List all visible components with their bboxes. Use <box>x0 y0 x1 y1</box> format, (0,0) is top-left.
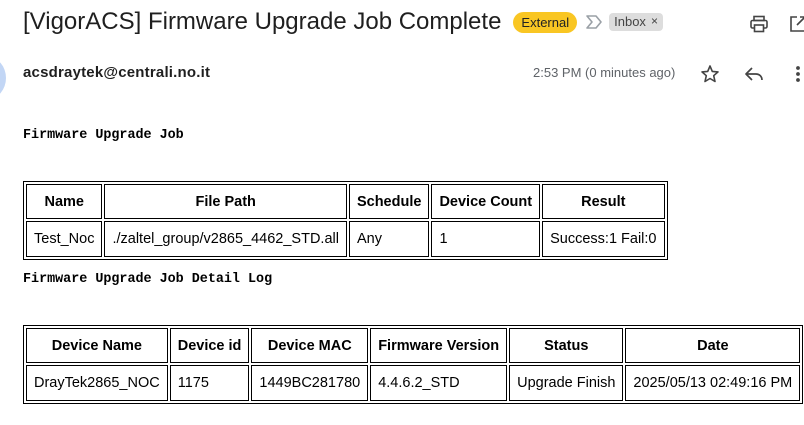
table-row: DrayTek2865_NOC 1175 1449BC281780 4.4.6.… <box>26 365 801 401</box>
job-section-title: Firmware Upgrade Job <box>23 128 184 143</box>
column-header: Device MAC <box>251 328 369 363</box>
column-header: Device Count <box>431 184 541 219</box>
column-header: Firmware Version <box>370 328 508 363</box>
reply-icon[interactable] <box>743 63 765 85</box>
email-subject: [VigorACS] Firmware Upgrade Job Complete <box>23 8 502 35</box>
open-in-new-window-icon[interactable] <box>788 14 804 34</box>
inbox-label: Inbox × <box>609 13 663 31</box>
detail-log-table: Device Name Device id Device MAC Firmwar… <box>23 325 804 404</box>
inbox-label-text: Inbox <box>614 14 646 29</box>
table-cell: Upgrade Finish <box>509 365 624 401</box>
column-header: Schedule <box>348 184 430 219</box>
sender-avatar <box>0 57 6 99</box>
column-header: Result <box>542 184 665 219</box>
column-header: Device Name <box>26 328 168 363</box>
table-cell: 2025/05/13 02:49:16 PM <box>625 365 801 401</box>
timestamp: 2:53 PM (0 minutes ago) <box>533 65 676 80</box>
column-header: Status <box>509 328 624 363</box>
table-cell: 1175 <box>169 365 250 401</box>
subject-row: [VigorACS] Firmware Upgrade Job Complete… <box>23 8 663 36</box>
column-header: Device id <box>169 328 250 363</box>
sender-address[interactable]: acsdraytek@centrali.no.it <box>23 64 210 81</box>
table-header-row: Name File Path Schedule Device Count Res… <box>26 184 665 219</box>
external-badge: External <box>513 11 578 33</box>
more-vert-icon[interactable] <box>787 63 804 85</box>
table-row: Test_Noc ./zaltel_group/v2865_4462_STD.a… <box>26 221 665 257</box>
table-cell: 1 <box>431 221 541 257</box>
table-cell: 1449BC281780 <box>251 365 369 401</box>
remove-label-icon[interactable]: × <box>651 14 658 29</box>
table-cell: DrayTek2865_NOC <box>26 365 168 401</box>
table-cell: 4.4.6.2_STD <box>370 365 508 401</box>
star-icon[interactable] <box>699 63 721 85</box>
table-cell: Test_Noc <box>26 221 103 257</box>
print-icon[interactable] <box>749 14 769 34</box>
upgrade-job-table: Name File Path Schedule Device Count Res… <box>23 181 668 260</box>
table-cell: ./zaltel_group/v2865_4462_STD.all <box>104 221 347 257</box>
column-header: Date <box>625 328 801 363</box>
importance-marker-icon[interactable] <box>585 14 603 30</box>
table-cell: Any <box>348 221 430 257</box>
column-header: File Path <box>104 184 347 219</box>
detail-log-section-title: Firmware Upgrade Job Detail Log <box>23 272 273 287</box>
table-header-row: Device Name Device id Device MAC Firmwar… <box>26 328 801 363</box>
table-cell: Success:1 Fail:0 <box>542 221 665 257</box>
column-header: Name <box>26 184 103 219</box>
